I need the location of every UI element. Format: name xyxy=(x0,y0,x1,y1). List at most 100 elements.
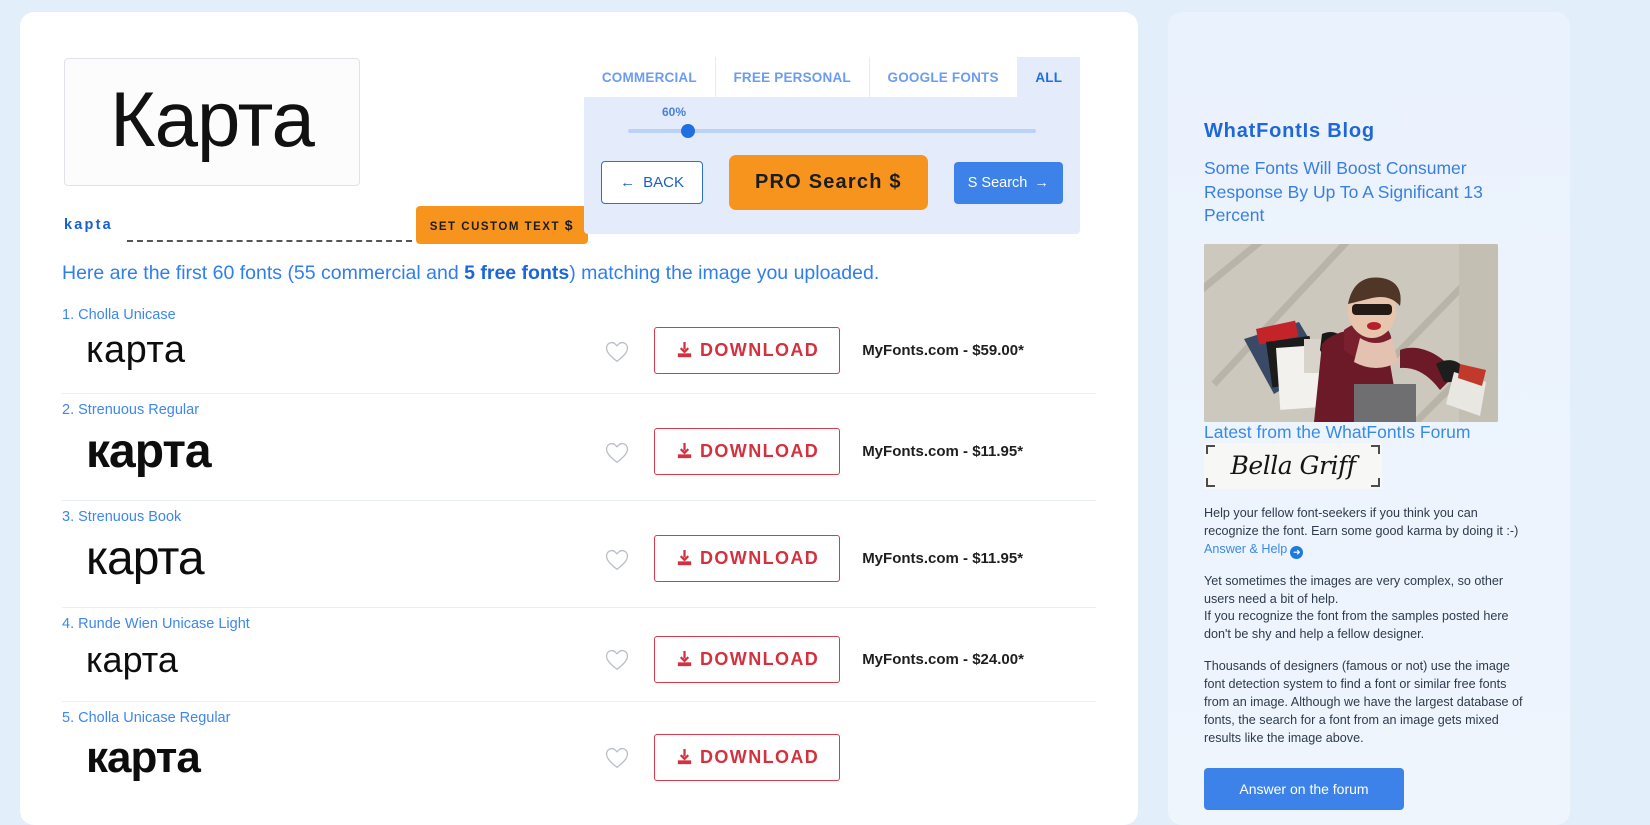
tab-google-fonts[interactable]: GOOGLE FONTS xyxy=(870,57,1018,97)
arrow-right-icon: → xyxy=(1034,175,1049,191)
download-button[interactable]: DOWNLOAD xyxy=(654,535,840,582)
blog-article-image[interactable] xyxy=(1204,244,1498,422)
pro-search-label: PRO Search xyxy=(755,171,883,193)
result-row-body: карта DOWNLOAD MyFonts.com - $11.95* xyxy=(62,422,1096,482)
arrow-left-icon: ← xyxy=(620,174,635,191)
results-heading-highlight: 5 free fonts xyxy=(464,262,569,284)
upload-column: Карта kapta SET CUSTOM TEXT $ xyxy=(20,58,580,244)
download-button[interactable]: DOWNLOAD xyxy=(654,734,840,781)
s-search-button[interactable]: S Search → xyxy=(954,162,1063,204)
row-actions: DOWNLOAD MyFonts.com - $11.95* xyxy=(602,428,1023,475)
search-button-row: ← BACK PRO Search $ S Search → xyxy=(584,133,1080,234)
table-row: 2. Strenuous Regular карта DOWNLOAD xyxy=(62,394,1096,501)
tab-all[interactable]: ALL xyxy=(1018,57,1081,97)
custom-text-value[interactable]: kapta xyxy=(64,217,123,233)
crop-corner-icon xyxy=(1371,478,1380,487)
row-actions: DOWNLOAD MyFonts.com - $11.95* xyxy=(602,535,1023,582)
answer-on-forum-button[interactable]: Answer on the forum xyxy=(1204,768,1404,810)
table-row: 4. Runde Wien Unicase Light карта DOWNLO… xyxy=(62,608,1096,702)
download-arrow-icon xyxy=(675,748,694,767)
download-button[interactable]: DOWNLOAD xyxy=(654,636,840,683)
download-arrow-icon xyxy=(675,341,694,360)
custom-text-row: kapta SET CUSTOM TEXT $ xyxy=(64,206,588,244)
dollar-icon: $ xyxy=(565,217,574,233)
download-arrow-icon xyxy=(675,442,694,461)
vendor-price: MyFonts.com - $24.00* xyxy=(862,651,1024,668)
vendor-price: MyFonts.com - $11.95* xyxy=(862,443,1023,460)
s-search-label: S Search xyxy=(968,175,1028,191)
font-name-link[interactable]: 5. Cholla Unicase Regular xyxy=(62,710,1096,726)
top-region: Карта kapta SET CUSTOM TEXT $ COMMERCIAL… xyxy=(20,12,1138,244)
results-heading-prefix: Here are the first 60 fonts (55 commerci… xyxy=(62,262,464,284)
uploaded-image-preview: Карта xyxy=(64,58,360,186)
uploaded-image-text: Карта xyxy=(110,80,314,164)
row-actions: DOWNLOAD MyFonts.com - $24.00* xyxy=(602,636,1024,683)
pro-search-button[interactable]: PRO Search $ xyxy=(729,155,928,210)
font-preview-text: карта xyxy=(62,327,602,375)
download-arrow-icon xyxy=(675,650,694,669)
download-button-label: DOWNLOAD xyxy=(700,340,819,361)
result-row-body: карта DOWNLOAD MyFonts.com - $59.00* xyxy=(62,327,1096,375)
dollar-icon: $ xyxy=(889,171,901,193)
slider-value-label: 60% xyxy=(662,105,686,119)
heart-icon[interactable] xyxy=(602,337,632,365)
forum-paragraph-2-line-2: If you recognize the font from the sampl… xyxy=(1204,609,1509,641)
download-button-label: DOWNLOAD xyxy=(700,649,819,670)
crop-corner-icon xyxy=(1206,478,1215,487)
table-row: 5. Cholla Unicase Regular карта DOWNLOAD xyxy=(62,702,1096,803)
forum-font-sample[interactable]: Bella Griff xyxy=(1204,443,1382,489)
answer-and-help-link[interactable]: Answer & Help xyxy=(1204,542,1287,556)
result-row-body: карта DOWNLOAD xyxy=(62,730,1096,785)
vendor-price: MyFonts.com - $59.00* xyxy=(862,342,1024,359)
download-button[interactable]: DOWNLOAD xyxy=(654,428,840,475)
forum-paragraph-2-line-1: Yet sometimes the images are very comple… xyxy=(1204,574,1503,606)
sidebar-panel: WhatFontIs Blog Some Fonts Will Boost Co… xyxy=(1168,12,1570,825)
font-name-link[interactable]: 3. Strenuous Book xyxy=(62,509,1096,525)
forum-section-link[interactable]: Latest from the WhatFontIs Forum xyxy=(1204,422,1470,442)
font-name-link[interactable]: 2. Strenuous Regular xyxy=(62,402,1096,418)
back-button[interactable]: ← BACK xyxy=(601,161,703,204)
heart-icon[interactable] xyxy=(602,438,632,466)
download-button[interactable]: DOWNLOAD xyxy=(654,327,840,374)
blog-article-link[interactable]: Some Fonts Will Boost Consumer Response … xyxy=(1204,157,1534,228)
font-name-link[interactable]: 1. Cholla Unicase xyxy=(62,307,1096,323)
forum-help-text: Help your fellow font-seekers if you thi… xyxy=(1204,506,1518,538)
dotted-divider xyxy=(127,240,412,242)
heart-icon[interactable] xyxy=(602,645,632,673)
tab-commercial[interactable]: COMMERCIAL xyxy=(584,57,716,97)
slider-thumb[interactable] xyxy=(681,124,695,138)
sidebar-inner: WhatFontIs Blog Some Fonts Will Boost Co… xyxy=(1168,12,1570,810)
font-name-link[interactable]: 4. Runde Wien Unicase Light xyxy=(62,616,1096,632)
vendor-price: MyFonts.com - $11.95* xyxy=(862,550,1023,567)
row-actions: DOWNLOAD xyxy=(602,734,862,781)
font-preview-text: карта xyxy=(62,422,602,482)
result-row-body: карта DOWNLOAD MyFonts.com - $24.00* xyxy=(62,636,1096,683)
tab-free-personal[interactable]: FREE PERSONAL xyxy=(716,57,870,97)
table-row: 1. Cholla Unicase карта DOWNLOAD xyxy=(62,303,1096,394)
forum-paragraph-3: Thousands of designers (famous or not) u… xyxy=(1204,658,1534,747)
result-row-body: карта DOWNLOAD MyFonts.com - $11.95* xyxy=(62,529,1096,589)
crop-corner-icon xyxy=(1206,445,1215,454)
search-widget: COMMERCIAL FREE PERSONAL GOOGLE FONTS AL… xyxy=(584,57,1080,234)
accuracy-slider-wrap: 60% xyxy=(584,97,1080,133)
download-button-label: DOWNLOAD xyxy=(700,441,819,462)
crop-corner-icon xyxy=(1371,445,1380,454)
font-preview-text: карта xyxy=(62,637,602,682)
slider-track[interactable] xyxy=(628,129,1036,133)
set-custom-text-button[interactable]: SET CUSTOM TEXT $ xyxy=(416,206,588,244)
filter-tabbar: COMMERCIAL FREE PERSONAL GOOGLE FONTS AL… xyxy=(584,57,1080,97)
font-results-list: 1. Cholla Unicase карта DOWNLOAD xyxy=(20,303,1138,803)
download-button-label: DOWNLOAD xyxy=(700,548,819,569)
font-preview-text: карта xyxy=(62,529,602,589)
row-actions: DOWNLOAD MyFonts.com - $59.00* xyxy=(602,327,1024,374)
results-heading-suffix: ) matching the image you uploaded. xyxy=(569,262,879,284)
main-content-panel: Карта kapta SET CUSTOM TEXT $ COMMERCIAL… xyxy=(20,12,1138,825)
arrow-right-circle-icon: ➜ xyxy=(1290,546,1303,559)
back-button-label: BACK xyxy=(643,174,684,191)
forum-help-paragraph: Help your fellow font-seekers if you thi… xyxy=(1204,505,1534,559)
heart-icon[interactable] xyxy=(602,545,632,573)
heart-icon[interactable] xyxy=(602,743,632,771)
set-custom-text-label: SET CUSTOM TEXT xyxy=(430,221,560,233)
download-arrow-icon xyxy=(675,549,694,568)
results-heading: Here are the first 60 fonts (55 commerci… xyxy=(62,262,1138,285)
